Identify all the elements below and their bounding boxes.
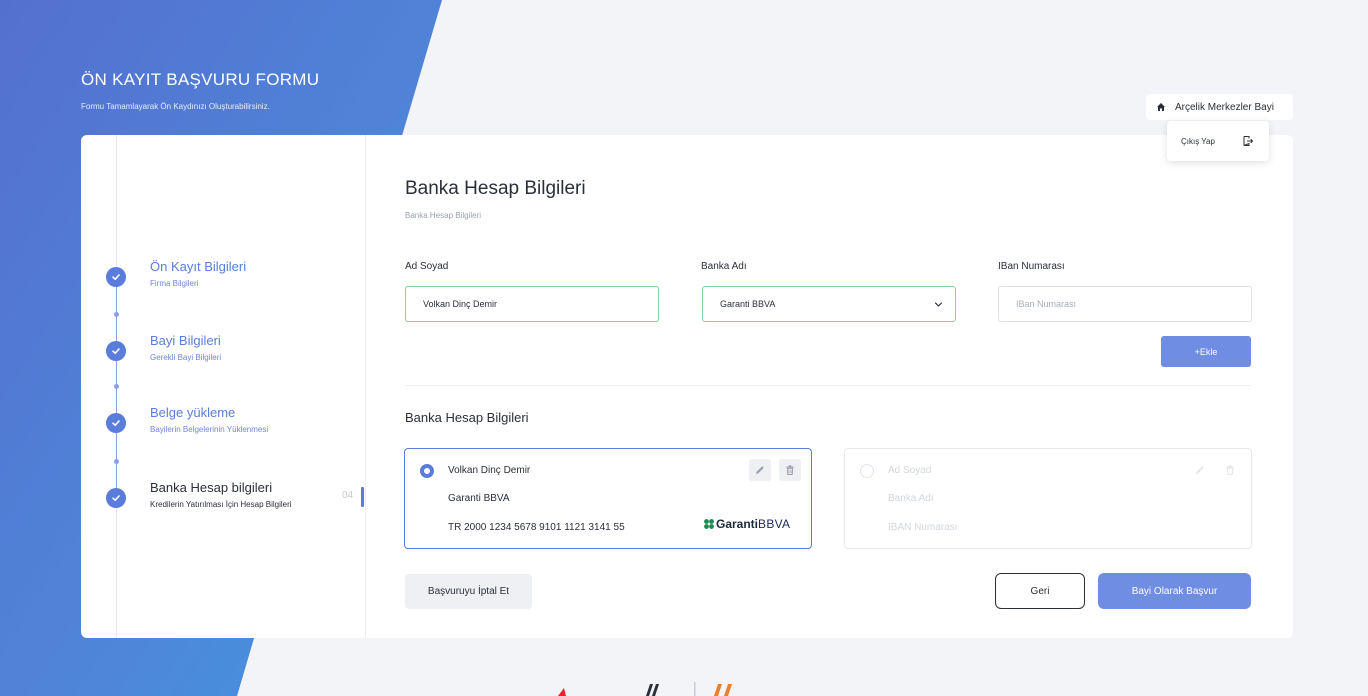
- account-bank: Garanti BBVA: [448, 493, 510, 504]
- form-subtitle: Banka Hesap Bilgileri: [405, 211, 482, 220]
- bank-label: Banka Adı: [701, 261, 747, 272]
- clover-icon: [704, 519, 714, 529]
- edit-button[interactable]: [749, 459, 771, 481]
- step-subtitle: Gerekli Bayi Bilgileri: [150, 353, 222, 362]
- apply-button[interactable]: Bayi Olarak Başvur: [1098, 573, 1251, 609]
- step-number: 04: [342, 490, 354, 501]
- account-card[interactable]: Volkan Dinç Demir Garanti BBVA TR 2000 1…: [404, 448, 812, 549]
- delete-button[interactable]: [779, 459, 801, 481]
- iban-label: IBan Numarası: [998, 261, 1065, 272]
- account-name: Ad Soyad: [888, 465, 932, 476]
- cancel-application-button[interactable]: Başvuruyu İptal Et: [405, 574, 532, 609]
- step-title: Bayi Bilgileri: [150, 333, 221, 348]
- bank-value: Garanti BBVA: [720, 299, 776, 309]
- edit-button[interactable]: [1189, 459, 1211, 481]
- iban-field[interactable]: IBan Numarası: [998, 286, 1252, 322]
- iban-placeholder: IBan Numarası: [1016, 299, 1077, 309]
- step-subtitle: Firma Bilgileri: [150, 279, 199, 288]
- trash-icon: [1226, 465, 1234, 475]
- garanti-logo: Garanti BBVA: [702, 517, 790, 531]
- home-icon: [1157, 103, 1165, 111]
- user-name: Arçelik Merkezler Bayi: [1175, 101, 1274, 113]
- accounts-title: Banka Hesap Bilgileri: [405, 410, 529, 425]
- account-name: Volkan Dinç Demir: [448, 465, 531, 476]
- step-indicator: [361, 487, 364, 507]
- section-divider: [405, 385, 1251, 386]
- logout-icon: [1243, 136, 1254, 146]
- pencil-icon: [756, 466, 764, 474]
- user-menu-button[interactable]: Arçelik Merkezler Bayi: [1146, 94, 1293, 120]
- timeline-dot: [114, 459, 119, 464]
- step-subtitle: Bayilerin Belgelerinin Yüklenmesi: [150, 425, 269, 434]
- add-button[interactable]: +Ekle: [1161, 336, 1251, 367]
- name-field[interactable]: Volkan Dinç Demir: [405, 286, 659, 322]
- sidebar-divider: [365, 135, 366, 638]
- step-title: Banka Hesap bilgileri: [150, 480, 273, 495]
- form-title: Banka Hesap Bilgileri: [405, 178, 586, 199]
- delete-button[interactable]: [1219, 459, 1241, 481]
- timeline-dot: [114, 312, 119, 317]
- bank-select[interactable]: Garanti BBVA: [702, 286, 956, 322]
- step-subtitle: Kredilerin Yatırılması İçin Hesap Bilgil…: [150, 500, 292, 509]
- logout-button[interactable]: Çıkış Yap: [1167, 121, 1269, 161]
- trash-icon: [786, 465, 794, 475]
- page-subtitle: Formu Tamamlayarak Ön Kaydınızı Oluştura…: [81, 102, 270, 111]
- check-icon: [106, 267, 126, 287]
- check-icon: [106, 488, 126, 508]
- check-icon: [106, 341, 126, 361]
- name-label: Ad Soyad: [405, 261, 449, 272]
- check-icon: [106, 413, 126, 433]
- form-card: [81, 135, 1293, 638]
- step-title: Ön Kayıt Bilgileri: [150, 259, 247, 274]
- chevron-down-icon: [934, 302, 943, 307]
- account-bank: Banka Adı: [888, 493, 934, 504]
- pencil-icon: [1196, 466, 1204, 474]
- step-title: Belge yükleme: [150, 405, 236, 420]
- account-card-empty[interactable]: Ad Soyad Banka Adı IBAN Numarası: [844, 448, 1252, 549]
- footer-brand-logos: [558, 682, 732, 696]
- timeline-dot: [114, 384, 119, 389]
- account-radio[interactable]: [860, 464, 874, 478]
- name-value: Volkan Dinç Demir: [423, 299, 498, 309]
- page-title: ÖN KAYIT BAŞVURU FORMU: [81, 70, 320, 89]
- account-iban: IBAN Numarası: [888, 522, 958, 533]
- logo-suffix: BBVA: [758, 517, 791, 531]
- logo-text: Garanti: [716, 517, 759, 531]
- back-button[interactable]: Geri: [995, 573, 1085, 609]
- logout-label: Çıkış Yap: [1181, 136, 1215, 146]
- account-radio[interactable]: [420, 464, 434, 478]
- account-iban: TR 2000 1234 5678 9101 1121 3141 55: [448, 522, 625, 533]
